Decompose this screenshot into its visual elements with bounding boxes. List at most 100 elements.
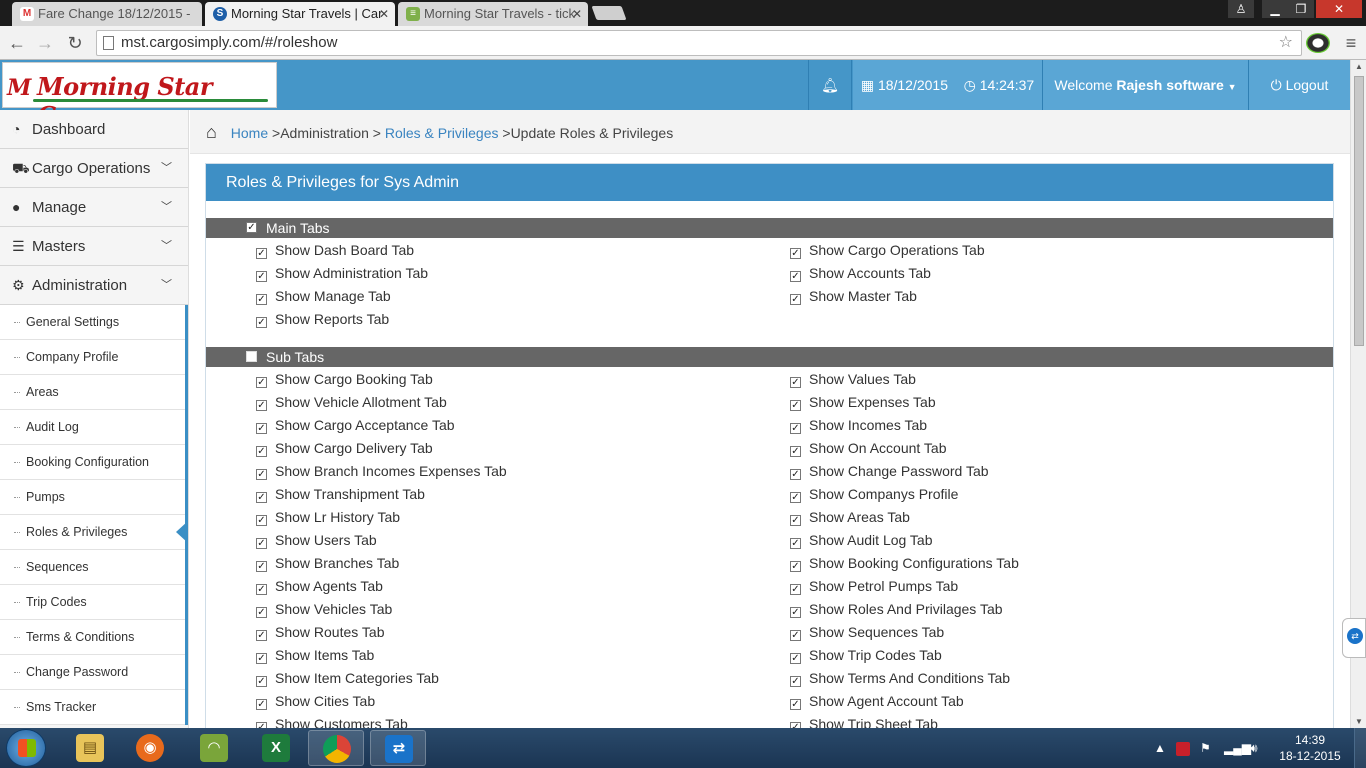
sidebar-item-trip-codes[interactable]: Trip Codes — [0, 585, 185, 620]
checkbox[interactable]: ✓ — [790, 561, 801, 572]
teamviewer-widget[interactable]: ⇄ — [1342, 618, 1366, 658]
sidebar-item-areas[interactable]: Areas — [0, 375, 185, 410]
checkbox[interactable]: ✓ — [790, 676, 801, 687]
sub-tabs-checkbox[interactable] — [246, 351, 257, 362]
sidebar-item-masters[interactable]: ☰ Masters ﹀ — [0, 227, 188, 266]
privilege-checkbox-item[interactable]: ✓ Show Branches Tab — [256, 552, 399, 575]
checkbox[interactable]: ✓ — [790, 515, 801, 526]
reload-icon[interactable]: ↻ — [64, 32, 86, 54]
checkbox[interactable]: ✓ — [256, 469, 267, 480]
privilege-checkbox-item[interactable]: ✓ Show Customers Tab — [256, 713, 408, 728]
browser-tab-gmail[interactable]: M Fare Change 18/12/2015 - — [12, 2, 202, 26]
privilege-checkbox-item[interactable]: ✓ Show Reports Tab — [256, 308, 389, 331]
checkbox[interactable]: ✓ — [790, 469, 801, 480]
sidebar-item-dashboard[interactable]: ◔ Dashboard — [0, 110, 188, 149]
privilege-checkbox-item[interactable]: ✓ Show Change Password Tab — [790, 460, 989, 483]
privilege-checkbox-item[interactable]: ✓ Show Areas Tab — [790, 506, 910, 529]
tray-app-icon[interactable] — [1176, 728, 1192, 768]
privilege-checkbox-item[interactable]: ✓ Show Routes Tab — [256, 621, 384, 644]
checkbox[interactable]: ✓ — [790, 538, 801, 549]
privilege-checkbox-item[interactable]: ✓ Show Manage Tab — [256, 285, 391, 308]
home-icon[interactable]: ⌂ — [206, 122, 217, 142]
checkbox[interactable]: ✓ — [790, 607, 801, 618]
checkbox[interactable]: ✓ — [256, 538, 267, 549]
checkbox[interactable]: ✓ — [256, 584, 267, 595]
privilege-checkbox-item[interactable]: ✓ Show Petrol Pumps Tab — [790, 575, 958, 598]
sidebar-item-booking-configuration[interactable]: Booking Configuration — [0, 445, 185, 480]
sidebar-item-general-settings[interactable]: General Settings — [0, 305, 185, 340]
sidebar-item-roles-privileges[interactable]: Roles & Privileges — [0, 515, 188, 550]
menu-icon[interactable]: ≡ — [1340, 32, 1362, 54]
sidebar-item-company-profile[interactable]: Company Profile — [0, 340, 185, 375]
checkbox[interactable]: ✓ — [256, 423, 267, 434]
checkbox[interactable]: ✓ — [256, 446, 267, 457]
scroll-down-icon[interactable]: ▼ — [1351, 717, 1366, 726]
checkbox[interactable]: ✓ — [256, 377, 267, 388]
privilege-checkbox-item[interactable]: ✓ Show Expenses Tab — [790, 391, 936, 414]
scrollbar-thumb[interactable] — [1354, 76, 1364, 346]
volume-icon[interactable]: 🔊︎ — [1250, 728, 1258, 768]
brand-logo[interactable]: M Morning Star Cargo — [2, 62, 277, 130]
taskbar-explorer[interactable]: ▤ — [62, 730, 118, 766]
forward-icon[interactable]: → — [34, 32, 56, 54]
new-tab-button[interactable] — [591, 6, 627, 20]
privilege-checkbox-item[interactable]: ✓ Show Items Tab — [256, 644, 374, 667]
checkbox[interactable]: ✓ — [790, 584, 801, 595]
privilege-checkbox-item[interactable]: ✓ Show On Account Tab — [790, 437, 947, 460]
browser-tab-tickets[interactable]: ≡ Morning Star Travels - tick ✕ — [398, 2, 588, 26]
privilege-checkbox-item[interactable]: ✓ Show Agent Account Tab — [790, 690, 964, 713]
privilege-checkbox-item[interactable]: ✓ Show Audit Log Tab — [790, 529, 933, 552]
privilege-checkbox-item[interactable]: ✓ Show Master Tab — [790, 285, 917, 308]
extension-icon[interactable] — [1306, 33, 1330, 53]
close-tab-icon[interactable]: ✕ — [572, 2, 582, 26]
privilege-checkbox-item[interactable]: ✓ Show Terms And Conditions Tab — [790, 667, 1010, 690]
checkbox[interactable]: ✓ — [256, 676, 267, 687]
sidebar-item-cargo-operations[interactable]: ⛟ Cargo Operations ﹀ — [0, 149, 188, 188]
checkbox[interactable]: ✓ — [256, 630, 267, 641]
privilege-checkbox-item[interactable]: ✓ Show Cargo Delivery Tab — [256, 437, 433, 460]
checkbox[interactable]: ✓ — [256, 271, 267, 282]
main-tabs-checkbox[interactable]: ✓ — [246, 222, 257, 233]
privilege-checkbox-item[interactable]: ✓ Show Values Tab — [790, 368, 916, 391]
user-profile-icon[interactable]: ♙ — [1228, 0, 1254, 18]
bookmark-star-icon[interactable]: ☆ — [1279, 31, 1293, 55]
checkbox[interactable]: ✓ — [790, 377, 801, 388]
privilege-checkbox-item[interactable]: ✓ Show Transhipment Tab — [256, 483, 425, 506]
privilege-checkbox-item[interactable]: ✓ Show Cargo Operations Tab — [790, 239, 985, 262]
minimize-icon[interactable]: ▁ — [1262, 0, 1288, 18]
close-tab-icon[interactable]: ✕ — [379, 2, 389, 26]
checkbox[interactable]: ✓ — [790, 294, 801, 305]
privilege-checkbox-item[interactable]: ✓ Show Administration Tab — [256, 262, 428, 285]
checkbox[interactable]: ✓ — [790, 653, 801, 664]
checkbox[interactable]: ✓ — [256, 653, 267, 664]
taskbar-network-app[interactable]: ◠ — [186, 730, 242, 766]
checkbox[interactable]: ✓ — [256, 400, 267, 411]
user-menu-dropdown[interactable]: Welcome Rajesh software ▼ — [1043, 60, 1248, 110]
taskbar-chrome[interactable] — [308, 730, 364, 766]
sidebar-item-administration[interactable]: ⚙ Administration ﹀ — [0, 266, 188, 305]
checkbox[interactable]: ✓ — [790, 492, 801, 503]
notifications-button[interactable]: 🔔︎ — [808, 60, 852, 110]
breadcrumb-home[interactable]: Home — [231, 125, 268, 141]
sidebar-item-sequences[interactable]: Sequences — [0, 550, 185, 585]
breadcrumb-roles[interactable]: Roles & Privileges — [385, 125, 499, 141]
start-button[interactable] — [6, 729, 46, 767]
show-desktop-button[interactable] — [1354, 728, 1366, 768]
sidebar-item-sms-tracker[interactable]: Sms Tracker — [0, 690, 185, 725]
taskbar-firefox[interactable]: ◉ — [122, 730, 178, 766]
privilege-checkbox-item[interactable]: ✓ Show Dash Board Tab — [256, 239, 414, 262]
privilege-checkbox-item[interactable]: ✓ Show Accounts Tab — [790, 262, 931, 285]
checkbox[interactable]: ✓ — [256, 515, 267, 526]
privilege-checkbox-item[interactable]: ✓ Show Lr History Tab — [256, 506, 400, 529]
privilege-checkbox-item[interactable]: ✓ Show Incomes Tab — [790, 414, 927, 437]
checkbox[interactable]: ✓ — [256, 317, 267, 328]
network-signal-icon[interactable]: ▂▄▆ — [1224, 728, 1251, 768]
sidebar-item-manage[interactable]: ● Manage ﹀ — [0, 188, 188, 227]
privilege-checkbox-item[interactable]: ✓ Show Roles And Privilages Tab — [790, 598, 1003, 621]
checkbox[interactable]: ✓ — [256, 561, 267, 572]
checkbox[interactable]: ✓ — [256, 294, 267, 305]
privilege-checkbox-item[interactable]: ✓ Show Cargo Booking Tab — [256, 368, 433, 391]
browser-tab-cargo[interactable]: S Morning Star Travels | Car ✕ — [205, 2, 395, 26]
sidebar-item-change-password[interactable]: Change Password — [0, 655, 185, 690]
back-icon[interactable]: ← — [6, 32, 28, 54]
